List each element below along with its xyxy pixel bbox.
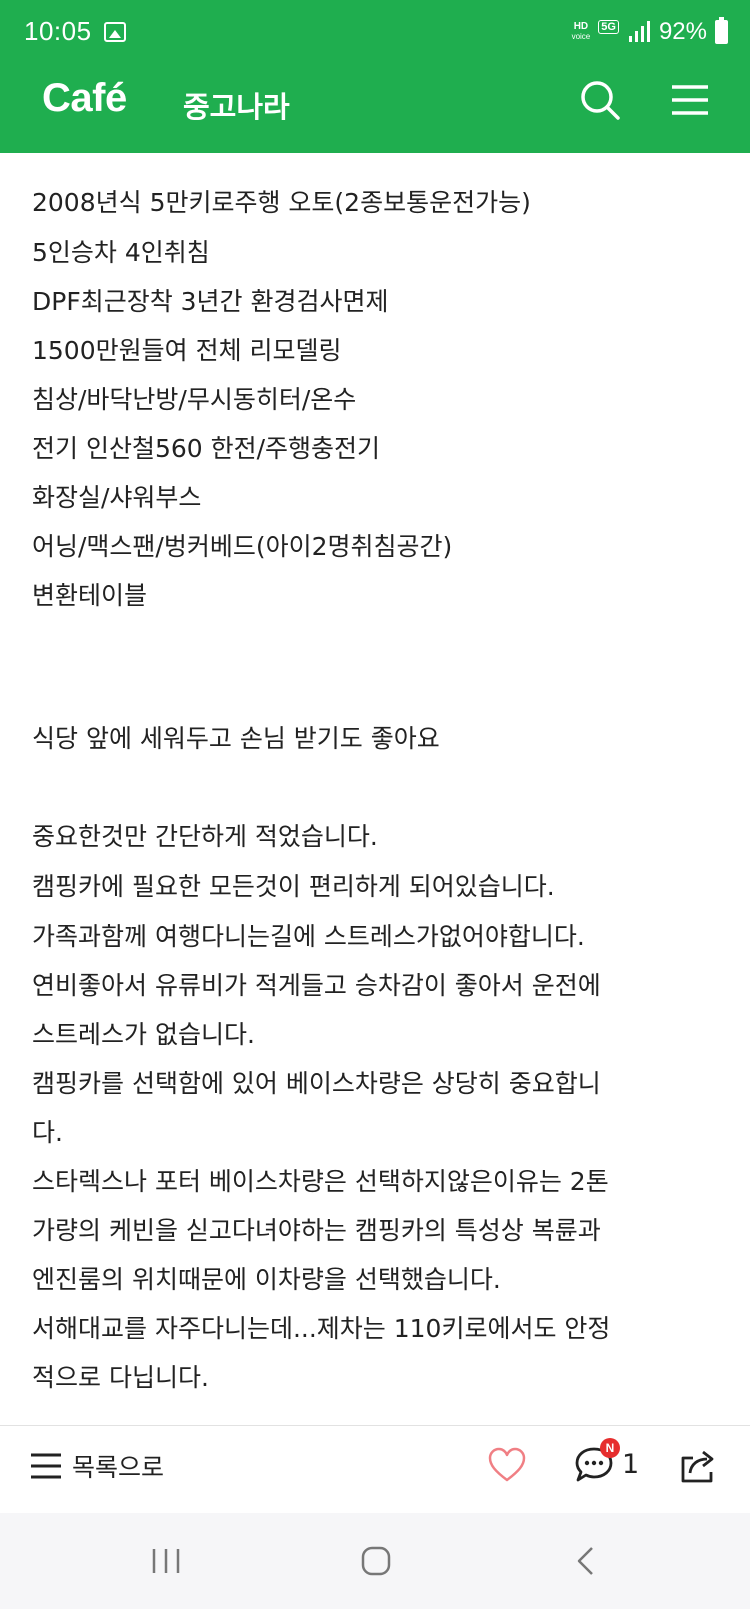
- article-line: 5인승차 4인취침: [32, 238, 210, 267]
- article-line: 캠핑카에 필요한 모든것이 편리하게 되어있습니다.: [32, 872, 555, 901]
- article-line: 연비좋아서 유류비가 적게들고 승차감이 좋아서 운전에: [32, 971, 601, 1000]
- comment-count: 1: [622, 1448, 640, 1480]
- article-line: 서해대교를 자주다니는데...제차는 110키로에서도 안정: [32, 1314, 611, 1343]
- article-line: DPF최근장착 3년간 환경검사면제: [32, 287, 389, 316]
- article-line: 스타렉스나 포터 베이스차량은 선택하지않은이유는 2톤: [32, 1167, 609, 1196]
- share-button[interactable]: [678, 1446, 718, 1486]
- status-indicators: HD voice 5G 92%: [572, 14, 728, 50]
- gallery-notification-icon: [104, 22, 126, 42]
- back-to-list-button[interactable]: 목록으로: [30, 1448, 164, 1484]
- article-line: 침상/바닥난방/무시동히터/온수: [32, 385, 357, 414]
- new-comment-badge: N: [600, 1438, 620, 1458]
- article-line: 중요한것만 간단하게 적었습니다.: [32, 822, 378, 851]
- hd-label: HD: [573, 21, 589, 32]
- article-body[interactable]: 2008년식 5만키로주행 오토(2종보통운전가능) 5인승차 4인취침 DPF…: [0, 153, 750, 1425]
- bottom-action-bar: 목록으로 N 1: [0, 1425, 750, 1513]
- battery-icon: [715, 17, 728, 44]
- back-icon[interactable]: [574, 1545, 598, 1577]
- menu-button[interactable]: [668, 78, 712, 122]
- article-line: 변환테이블: [32, 581, 148, 610]
- recent-apps-icon[interactable]: [150, 1547, 182, 1575]
- list-icon: [31, 1453, 61, 1479]
- article-line: 다.: [32, 1118, 63, 1147]
- article-line: 화장실/샤워부스: [32, 483, 202, 512]
- signal-strength-icon: [628, 21, 650, 42]
- status-time: 10:05: [24, 16, 92, 46]
- comment-button[interactable]: N 1: [574, 1438, 640, 1484]
- back-to-list-label: 목록으로: [72, 1453, 165, 1482]
- battery-percent: 92%: [658, 18, 707, 45]
- search-button[interactable]: [578, 78, 622, 122]
- hd-voice-indicator: HD voice: [572, 22, 591, 42]
- article-line: 가족과함께 여행다니는길에 스트레스가없어야합니다.: [32, 922, 585, 951]
- article-line: 스트레스가 없습니다.: [32, 1020, 255, 1049]
- network-type-badge: 5G: [598, 20, 619, 34]
- system-navigation-bar: [0, 1513, 750, 1609]
- article-line: 2008년식 5만키로주행 오토(2종보통운전가능): [32, 188, 531, 217]
- article-line: 식당 앞에 세워두고 손님 받기도 좋아요: [32, 724, 440, 753]
- share-icon: [681, 1450, 714, 1483]
- search-icon: [581, 81, 620, 120]
- article-line: 어닝/맥스팬/벙커베드(아이2명취침공간): [32, 532, 453, 561]
- article-line: 적으로 다닙니다.: [32, 1363, 209, 1392]
- status-bar: 10:05 HD voice 5G 92%: [0, 0, 750, 66]
- home-icon[interactable]: [360, 1545, 392, 1577]
- like-button[interactable]: [487, 1446, 527, 1486]
- cafe-logo[interactable]: Café: [42, 76, 127, 121]
- article-line: 캠핑카를 선택함에 있어 베이스차량은 상당히 중요합니: [32, 1069, 601, 1098]
- article-line: 전기 인산철560 한전/주행충전기: [32, 434, 381, 463]
- hamburger-menu-icon: [672, 85, 708, 115]
- article-line: 1500만원들여 전체 리모델링: [32, 336, 342, 365]
- app-header: Café 중고나라: [0, 66, 750, 153]
- cafe-name[interactable]: 중고나라: [183, 84, 290, 126]
- heart-icon: [488, 1447, 526, 1482]
- article-line: 가량의 케빈을 싣고다녀야하는 캠핑카의 특성상 복륜과: [32, 1216, 601, 1245]
- comment-icon-wrap: N: [574, 1438, 620, 1484]
- article-line: 엔진룸의 위치때문에 이차량을 선택했습니다.: [32, 1265, 501, 1294]
- voice-label: voice: [571, 32, 591, 41]
